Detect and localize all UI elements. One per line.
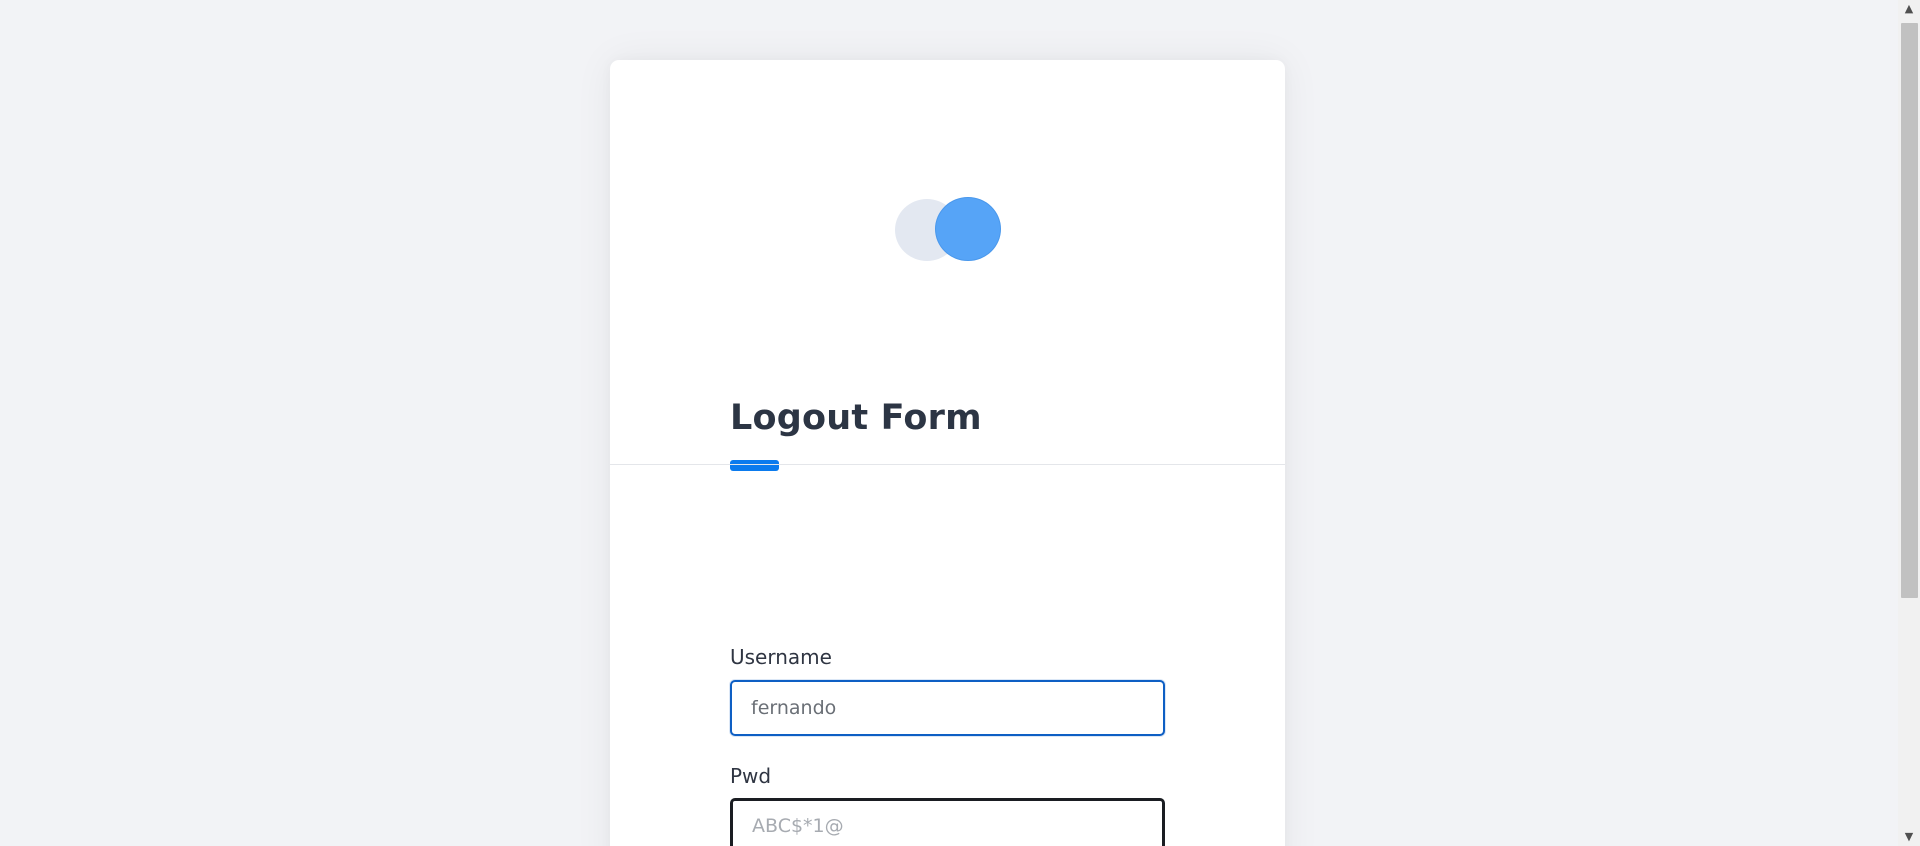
scroll-up-icon[interactable]: ▲: [1898, 0, 1920, 18]
logo-front-circle: [935, 197, 1001, 261]
vertical-scrollbar[interactable]: ▲ ▼: [1898, 0, 1920, 846]
password-input[interactable]: [730, 798, 1165, 846]
password-label: Pwd: [730, 764, 772, 788]
form-title: Logout Form: [730, 398, 982, 438]
title-accent-bar: [730, 460, 779, 471]
scroll-thumb[interactable]: [1901, 23, 1918, 598]
header-divider: [610, 464, 1285, 465]
username-input[interactable]: [730, 680, 1165, 736]
logout-card: Logout Form Username Pwd: [610, 60, 1285, 846]
username-label: Username: [730, 645, 832, 669]
page-viewport: Logout Form Username Pwd ▲ ▼: [0, 0, 1920, 846]
logo-icon: [895, 197, 1005, 263]
scroll-down-icon[interactable]: ▼: [1898, 828, 1920, 846]
